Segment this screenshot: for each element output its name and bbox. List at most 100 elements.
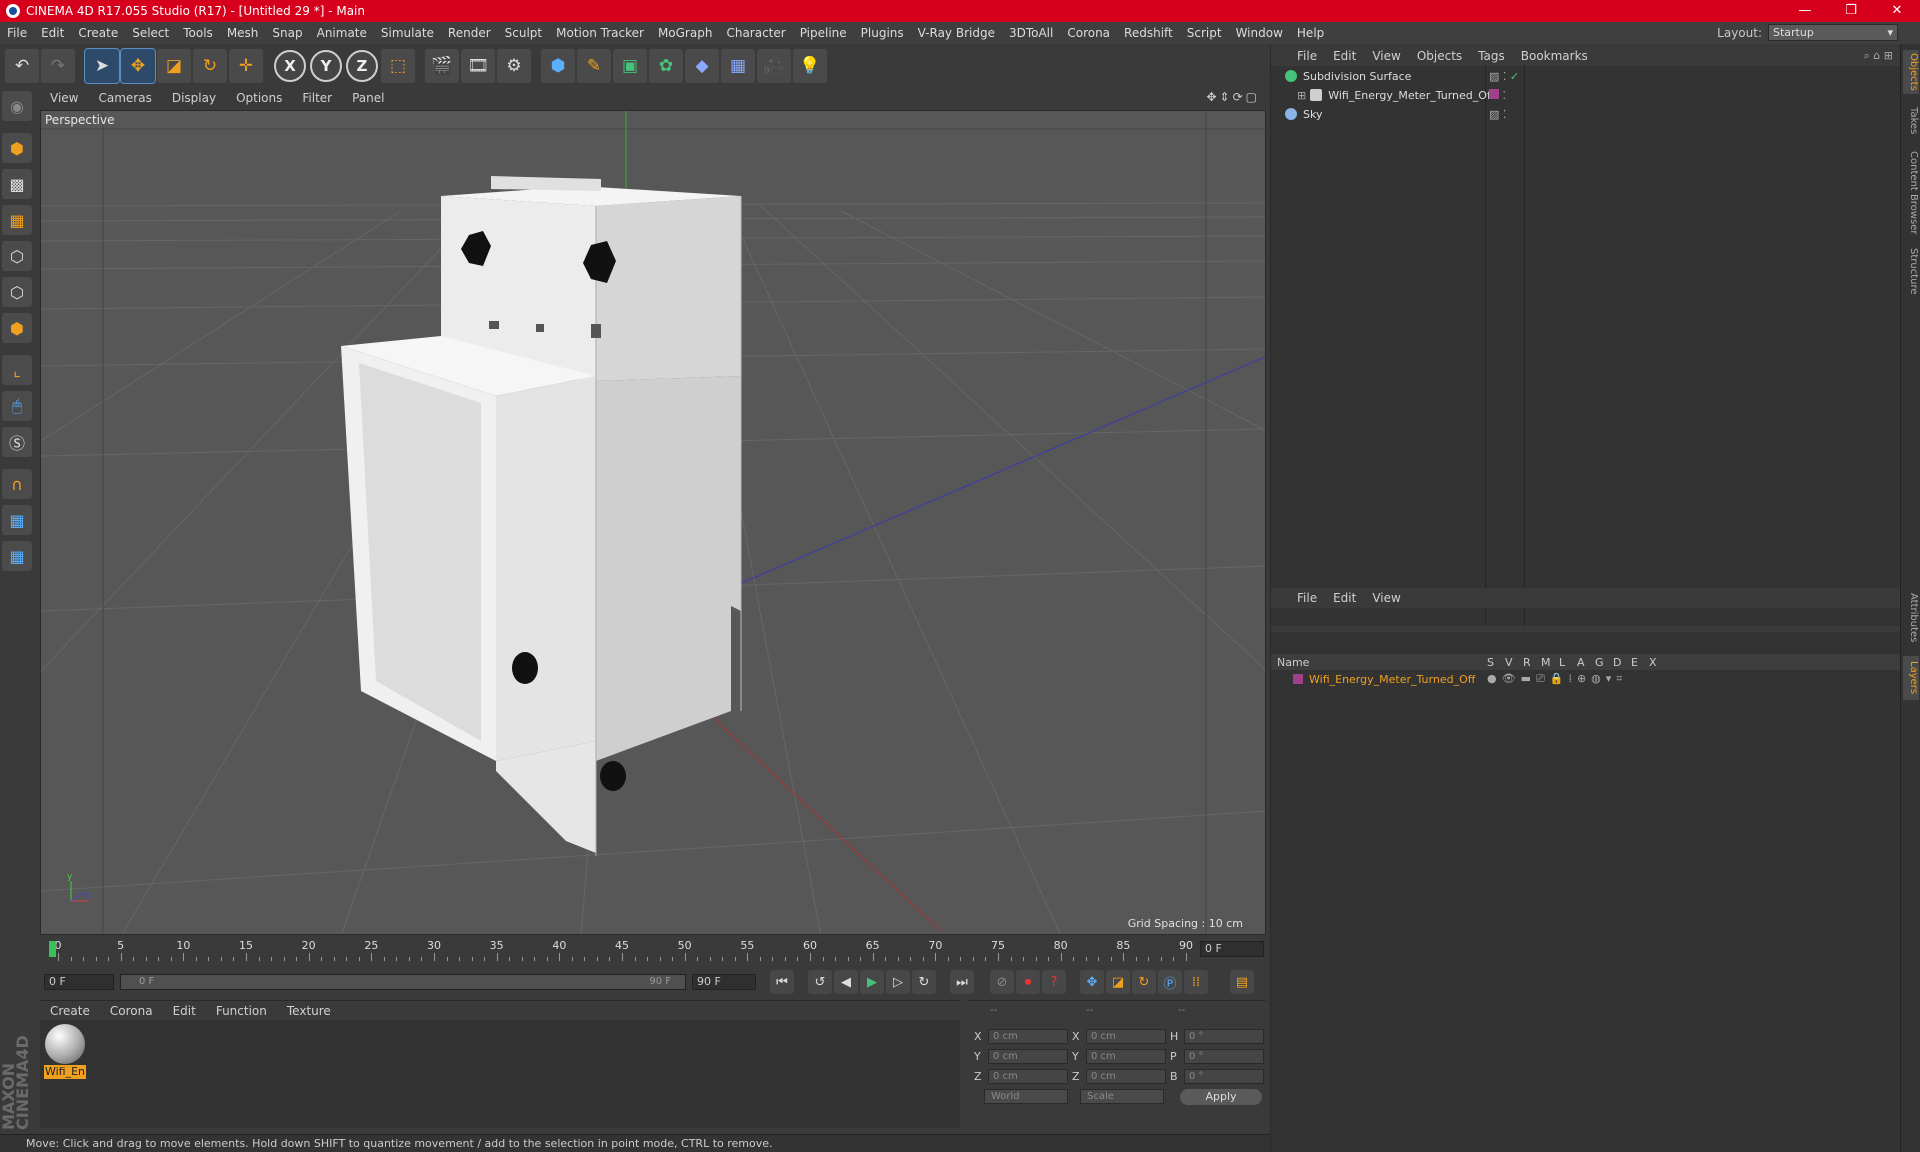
- objects-menu-tags[interactable]: Tags: [1470, 49, 1513, 63]
- viewport-menu-panel[interactable]: Panel: [342, 91, 394, 105]
- side-tab-content-browser[interactable]: Content Browser: [1903, 148, 1919, 238]
- object-row-sky[interactable]: Sky ▨ ⁚: [1271, 105, 1901, 123]
- layers-menu-edit[interactable]: Edit: [1325, 591, 1364, 605]
- subdivision-surface-icon[interactable]: ▣: [613, 49, 647, 83]
- object-row-energy-meter[interactable]: ⊞ Wifi_Energy_Meter_Turned_Off ⁚: [1271, 86, 1901, 104]
- menu-snap[interactable]: Snap: [265, 26, 309, 40]
- points-mode-icon[interactable]: ⬡: [2, 241, 32, 271]
- solo-icon[interactable]: Ⓢ: [2, 427, 32, 457]
- render-view-icon[interactable]: 🎬: [425, 49, 459, 83]
- key-parameter-icon[interactable]: Ⓟ: [1158, 970, 1182, 994]
- object-row-subdivision-surface[interactable]: Subdivision Surface ▨ ⁚ ✓: [1271, 67, 1901, 85]
- render-settings-icon[interactable]: ⚙: [497, 49, 531, 83]
- viewport-menu-view[interactable]: View: [40, 91, 88, 105]
- axis-mode-icon[interactable]: ⌞: [2, 355, 32, 385]
- rotate-tool-icon[interactable]: ↻: [193, 49, 227, 83]
- workplane-lock-icon[interactable]: ▦: [2, 505, 32, 535]
- viewport-menu-display[interactable]: Display: [162, 91, 226, 105]
- go-to-start-icon[interactable]: ⏮: [770, 970, 794, 994]
- render-picture-viewer-icon[interactable]: 🎞: [461, 49, 495, 83]
- previous-frame-icon[interactable]: ◀: [834, 970, 858, 994]
- minimize-button[interactable]: —: [1782, 0, 1828, 22]
- menu-pipeline[interactable]: Pipeline: [793, 26, 854, 40]
- viewport-menu-filter[interactable]: Filter: [292, 91, 342, 105]
- close-button[interactable]: ✕: [1874, 0, 1920, 22]
- record-active-icon[interactable]: ⏺: [1016, 970, 1040, 994]
- menu-mograph[interactable]: MoGraph: [651, 26, 720, 40]
- floor-icon[interactable]: ▦: [721, 49, 755, 83]
- cloner-icon[interactable]: ✿: [649, 49, 683, 83]
- object-visibility-flags[interactable]: ⁚: [1489, 88, 1506, 102]
- x-axis-lock-icon[interactable]: X: [274, 50, 306, 82]
- material-swatch[interactable]: Wifi_En: [44, 1024, 86, 1080]
- model-mode-icon[interactable]: ⬢: [2, 133, 32, 163]
- timeline-window-icon[interactable]: ▤: [1230, 970, 1254, 994]
- autokey-icon[interactable]: ?: [1042, 970, 1066, 994]
- menu-create[interactable]: Create: [71, 26, 125, 40]
- layout-dropdown[interactable]: Startup: [1768, 24, 1898, 41]
- record-keys-icon[interactable]: ⊘: [990, 970, 1014, 994]
- objects-menu-file[interactable]: File: [1289, 49, 1325, 63]
- next-frame-icon[interactable]: ▷: [886, 970, 910, 994]
- light-icon[interactable]: 💡: [793, 49, 827, 83]
- move-tool-icon[interactable]: ✥: [120, 48, 156, 84]
- make-editable-icon[interactable]: ◉: [2, 91, 32, 121]
- menu-edit[interactable]: Edit: [34, 26, 71, 40]
- objects-menu-edit[interactable]: Edit: [1325, 49, 1364, 63]
- material-menu-edit[interactable]: Edit: [163, 1004, 206, 1018]
- start-frame-field[interactable]: 0 F: [44, 974, 114, 990]
- next-key-icon[interactable]: ↻: [912, 970, 936, 994]
- redo-icon[interactable]: ↷: [41, 49, 75, 83]
- menu-mesh[interactable]: Mesh: [220, 26, 266, 40]
- polygons-mode-icon[interactable]: ⬢: [2, 313, 32, 343]
- cube-object-icon[interactable]: ⬢: [541, 49, 575, 83]
- material-menu-corona[interactable]: Corona: [100, 1004, 163, 1018]
- layer-row[interactable]: Wifi_Energy_Meter_Turned_Off ●👁▬⎚🔒⁞⊕◍▾⌗: [1271, 671, 1901, 687]
- object-visibility-flags[interactable]: ▨ ⁚: [1489, 108, 1506, 121]
- rotation-b-field[interactable]: 0 °: [1184, 1068, 1264, 1084]
- play-icon[interactable]: ▶: [860, 970, 884, 994]
- side-tab-attributes[interactable]: Attributes: [1903, 588, 1919, 648]
- key-scale-icon[interactable]: ◪: [1106, 970, 1130, 994]
- maximize-button[interactable]: ❐: [1828, 0, 1874, 22]
- viewport-menu-options[interactable]: Options: [226, 91, 292, 105]
- viewport-perspective[interactable]: y z Perspective Grid Spacing : 10 cm: [40, 110, 1266, 935]
- texture-mode-icon[interactable]: ▩: [2, 169, 32, 199]
- menu-select[interactable]: Select: [125, 26, 176, 40]
- previous-key-icon[interactable]: ↺: [808, 970, 832, 994]
- timeline-ticks[interactable]: 0 5 10 15 20 25 30 35 40 45 50 55 60 65 70 75 80 85 90: [48, 937, 1196, 963]
- menu-script[interactable]: Script: [1180, 26, 1229, 40]
- size-x-field[interactable]: 0 cm: [1086, 1028, 1166, 1044]
- objects-menu-view[interactable]: View: [1364, 49, 1408, 63]
- y-axis-lock-icon[interactable]: Y: [310, 50, 342, 82]
- z-axis-lock-icon[interactable]: Z: [346, 50, 378, 82]
- recent-tools-icon[interactable]: ✛: [229, 49, 263, 83]
- key-rotation-icon[interactable]: ↻: [1132, 970, 1156, 994]
- range-slider[interactable]: 0 F 90 F: [120, 974, 686, 990]
- select-arrow-icon[interactable]: ➤: [84, 48, 120, 84]
- planar-workplane-icon[interactable]: ▦: [2, 541, 32, 571]
- key-pla-icon[interactable]: ⁞⁞: [1184, 970, 1208, 994]
- object-visibility-flags[interactable]: ▨ ⁚ ✓: [1489, 70, 1519, 83]
- energy-meter-model[interactable]: [341, 176, 742, 856]
- menu-corona[interactable]: Corona: [1060, 26, 1117, 40]
- position-x-field[interactable]: 0 cm: [988, 1028, 1068, 1044]
- menu-render[interactable]: Render: [441, 26, 498, 40]
- position-y-field[interactable]: 0 cm: [988, 1048, 1068, 1064]
- apply-button[interactable]: Apply: [1180, 1089, 1262, 1105]
- rotation-h-field[interactable]: 0 °: [1184, 1028, 1264, 1044]
- undo-icon[interactable]: ↶: [5, 49, 39, 83]
- menu-tools[interactable]: Tools: [176, 26, 220, 40]
- menu-window[interactable]: Window: [1229, 26, 1290, 40]
- menu-simulate[interactable]: Simulate: [374, 26, 441, 40]
- menu-help[interactable]: Help: [1290, 26, 1331, 40]
- size-mode-dropdown[interactable]: Scale: [1080, 1089, 1164, 1104]
- workplane-icon[interactable]: ▦: [2, 205, 32, 235]
- menu-redshift[interactable]: Redshift: [1117, 26, 1180, 40]
- pen-spline-icon[interactable]: ✎: [577, 49, 611, 83]
- deformer-icon[interactable]: ◆: [685, 49, 719, 83]
- layer-color-swatch[interactable]: [1293, 674, 1303, 684]
- current-frame-field[interactable]: 0 F: [1200, 941, 1264, 957]
- viewport-menu-cameras[interactable]: Cameras: [88, 91, 161, 105]
- menu-animate[interactable]: Animate: [310, 26, 374, 40]
